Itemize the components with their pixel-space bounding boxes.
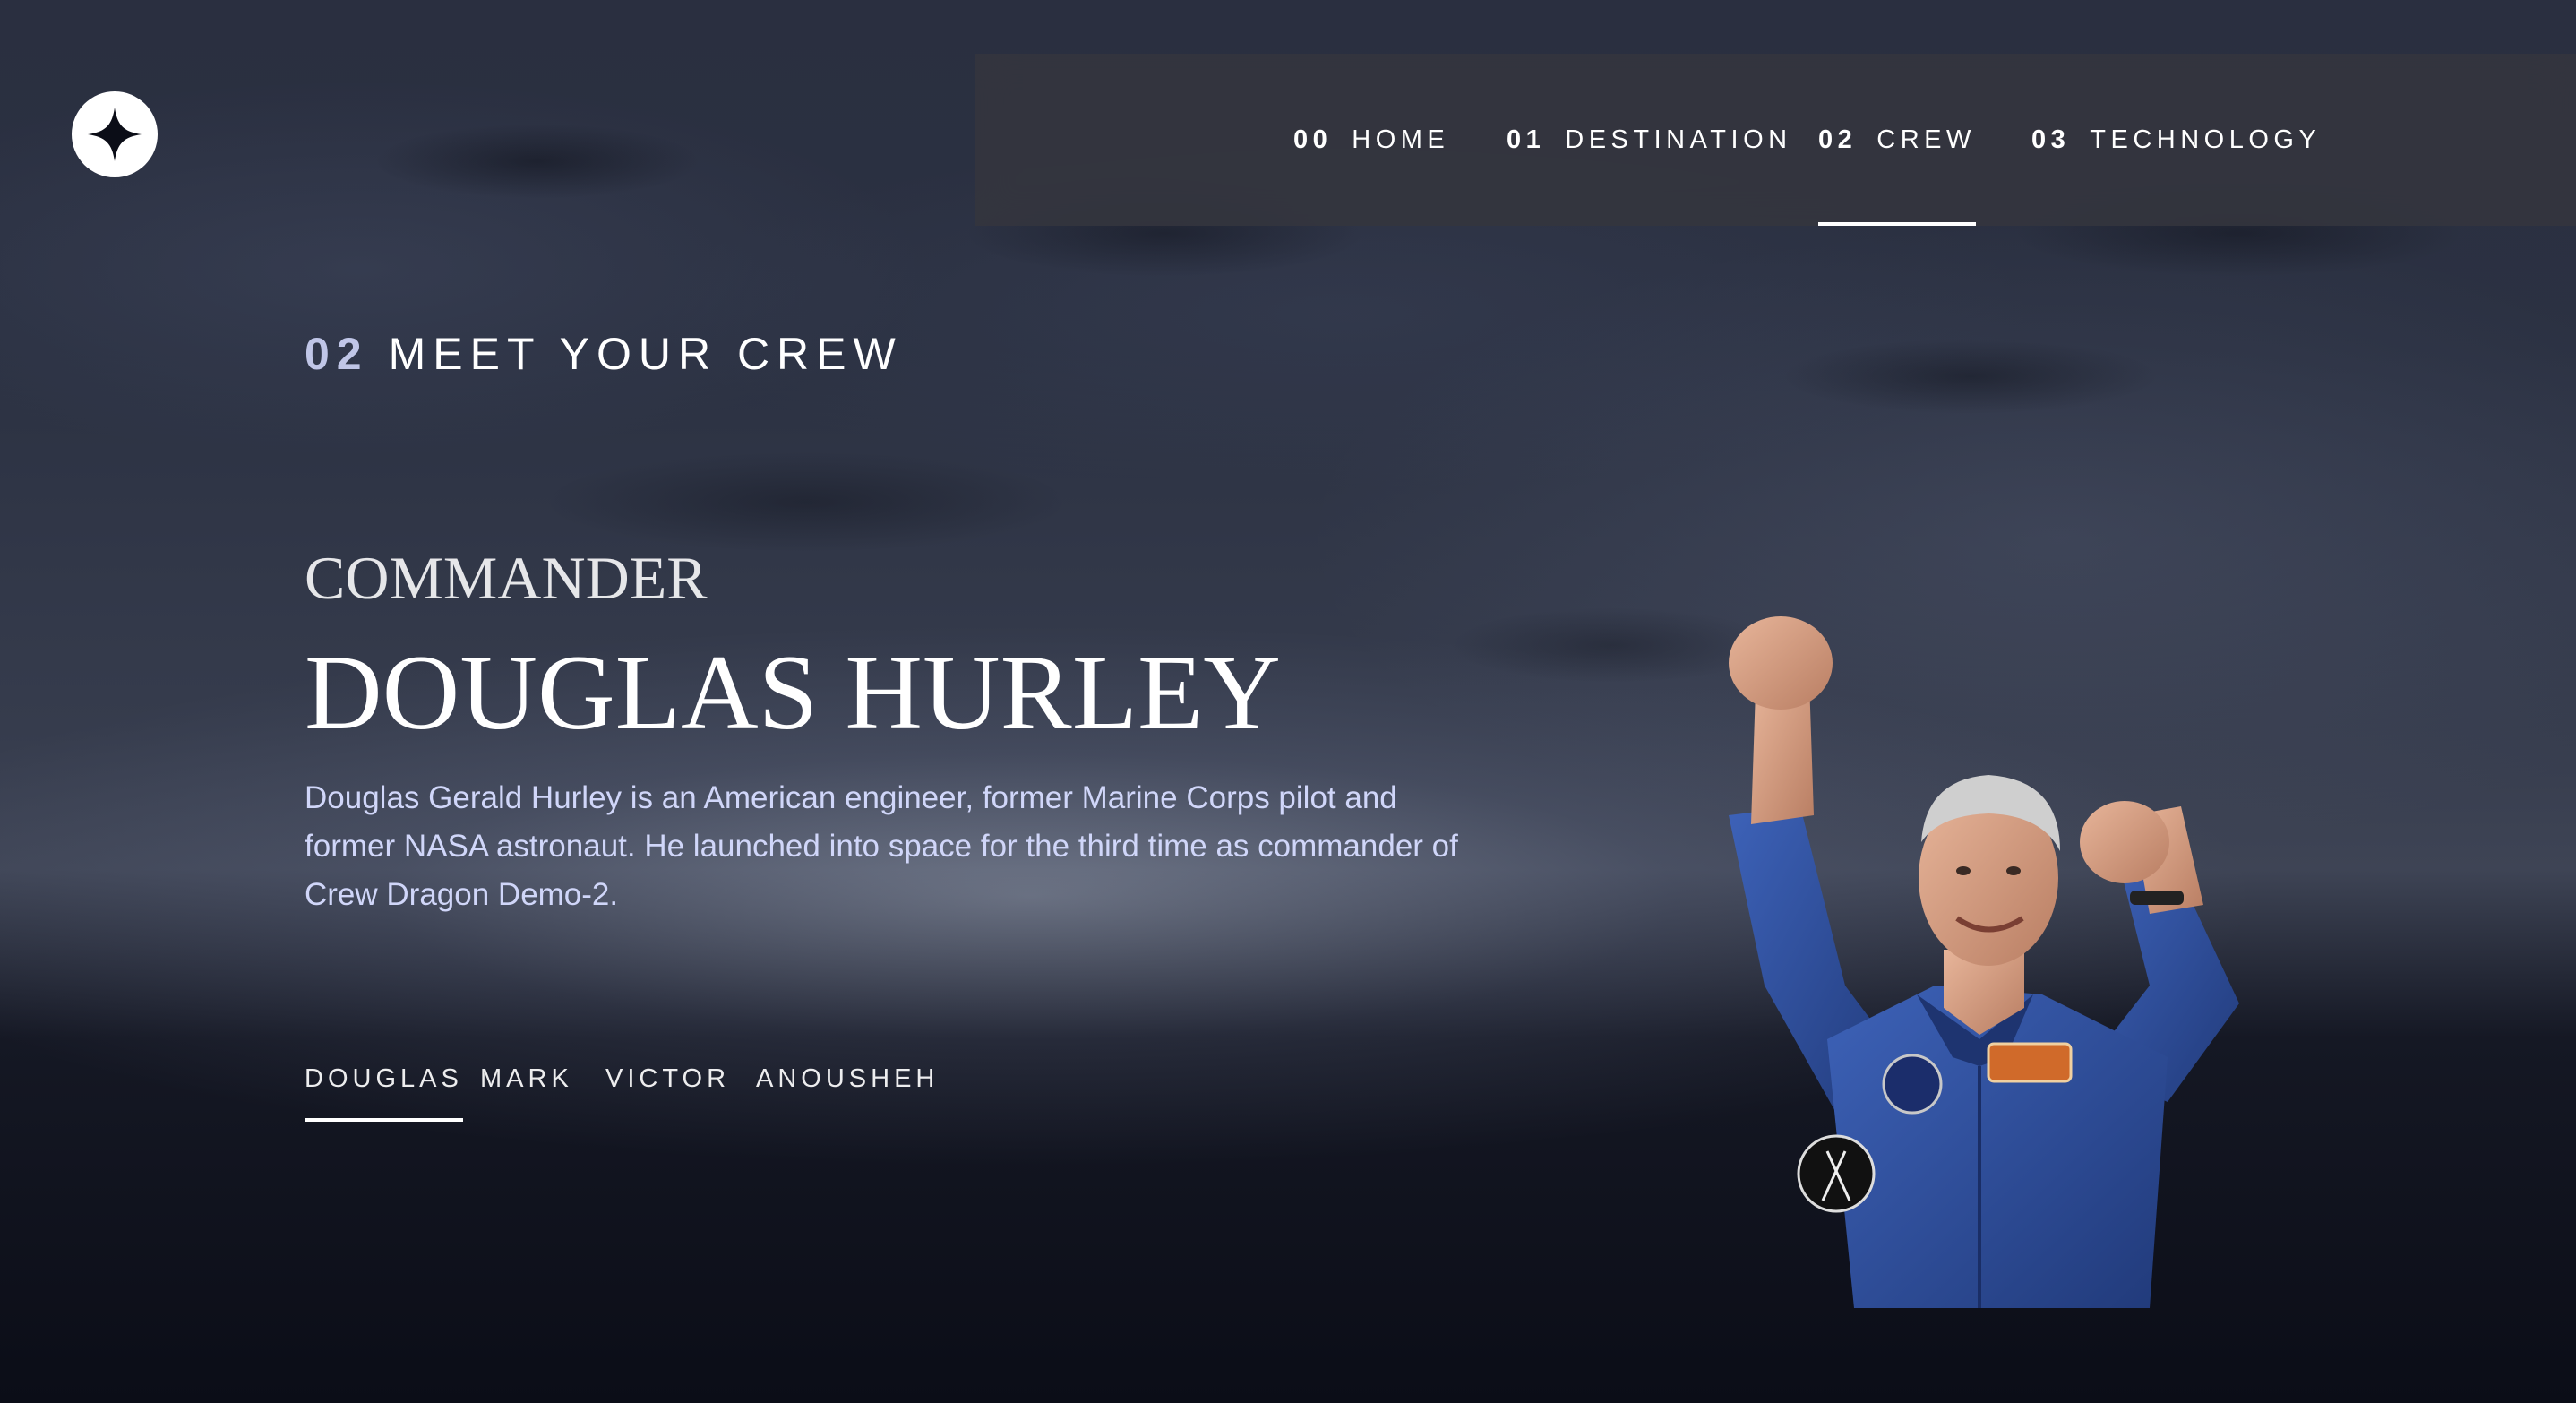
crew-tab-douglas[interactable]: DOUGLAS: [305, 1064, 463, 1122]
crew-tab-victor[interactable]: VICTOR: [605, 1064, 730, 1122]
page-heading-number: 02: [305, 329, 369, 379]
nav-label: DESTINATION: [1565, 125, 1792, 154]
crew-member-image: [1666, 484, 2293, 1308]
star-logo-icon[interactable]: [72, 91, 158, 177]
nav-technology-link[interactable]: 03 TECHNOLOGY: [2031, 54, 2321, 226]
nav-label: TECHNOLOGY: [2090, 125, 2322, 154]
nav-destination-link[interactable]: 01 DESTINATION: [1507, 54, 1792, 226]
page-heading: 02 MEET YOUR CREW: [305, 328, 903, 380]
nav-label: HOME: [1352, 125, 1450, 154]
nav-number: 02: [1818, 125, 1858, 154]
crew-name: DOUGLAS HURLEY: [305, 633, 1281, 752]
crew-tab-anousheh[interactable]: ANOUSHEH: [756, 1064, 939, 1122]
nav-number: 01: [1507, 125, 1546, 154]
nav-crew-link[interactable]: 02 CREW: [1818, 54, 1976, 226]
nav-label: CREW: [1876, 125, 1976, 154]
page-heading-text: MEET YOUR CREW: [388, 329, 903, 379]
nav-number: 03: [2031, 125, 2071, 154]
crew-tab-mark[interactable]: MARK: [480, 1064, 573, 1122]
main-navigation: 00 HOME 01 DESTINATION 02 CREW 03 TECHNO…: [975, 54, 2576, 226]
nav-number: 00: [1293, 125, 1333, 154]
crew-bio: Douglas Gerald Hurley is an American eng…: [305, 780, 1458, 912]
crew-role: COMMANDER: [305, 544, 708, 612]
nav-home-link[interactable]: 00 HOME: [1293, 54, 1449, 226]
